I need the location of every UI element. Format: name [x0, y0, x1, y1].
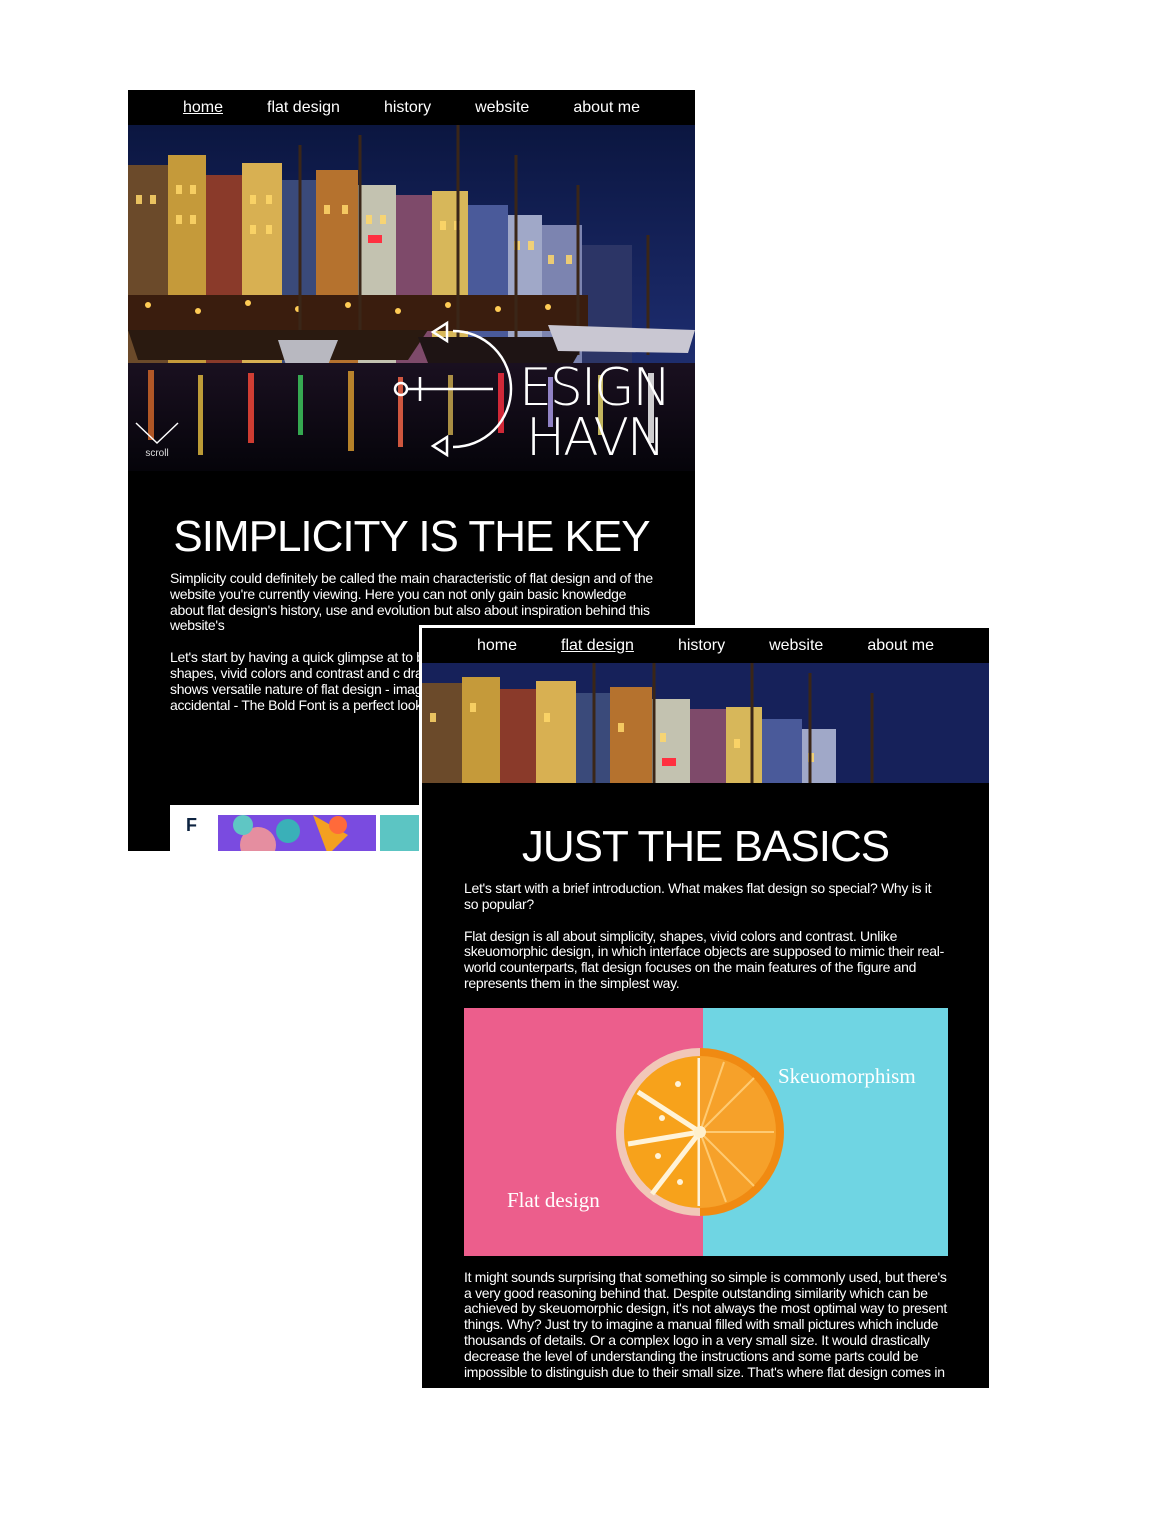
- page-title: SIMPLICITY IS THE KEY: [173, 512, 650, 561]
- logo-line2: HAVN: [526, 408, 664, 459]
- page-title: JUST THE BASICS: [521, 822, 890, 871]
- intro-paragraph: Let's start with a brief introduction. W…: [464, 880, 932, 912]
- thumb-letter: F: [186, 815, 197, 835]
- nav-home[interactable]: home: [161, 99, 245, 117]
- main-content: JUST THE BASICS Let's start with a brief…: [422, 783, 989, 1380]
- nav-home[interactable]: home: [455, 637, 539, 655]
- nav-website[interactable]: website: [747, 637, 845, 655]
- intro-paragraph: Simplicity could definitely be called th…: [170, 570, 653, 634]
- moodboard-preview: F: [170, 805, 430, 851]
- flat-design-label: Flat design: [507, 1187, 600, 1212]
- hero-banner: [422, 663, 989, 783]
- reasoning-paragraph: It might sounds surprising that somethin…: [464, 1268, 947, 1380]
- nav-flat-design[interactable]: flat design: [539, 637, 656, 655]
- orange-slice-icon: [616, 1047, 784, 1216]
- scroll-label: scroll: [145, 448, 169, 459]
- harbor-night-photo: [422, 663, 989, 783]
- scroll-down-button[interactable]: scroll: [134, 421, 180, 459]
- flat-design-screenshot: home flat design history website about m…: [419, 625, 992, 1391]
- flat-vs-skeuomorphism-image: Flat design Skeuomorphism: [464, 1007, 948, 1256]
- nav-about-me[interactable]: about me: [551, 99, 662, 117]
- main-nav: home flat design history website about m…: [128, 90, 695, 125]
- hero-banner: ESIGN HAVN scroll: [128, 125, 695, 471]
- design-havn-logo: ESIGN HAVN: [393, 320, 671, 459]
- moodboard-image-1: [218, 815, 376, 851]
- nav-flat-design[interactable]: flat design: [245, 99, 362, 117]
- nav-about-me[interactable]: about me: [845, 637, 956, 655]
- nav-website[interactable]: website: [453, 99, 551, 117]
- main-nav: home flat design history website about m…: [422, 628, 989, 663]
- nav-history[interactable]: history: [362, 99, 453, 117]
- definition-paragraph: Flat design is all about simplicity, sha…: [464, 927, 944, 991]
- skeuomorphism-label: Skeuomorphism: [778, 1063, 916, 1088]
- nav-history[interactable]: history: [656, 637, 747, 655]
- chevron-down-icon: [135, 422, 179, 445]
